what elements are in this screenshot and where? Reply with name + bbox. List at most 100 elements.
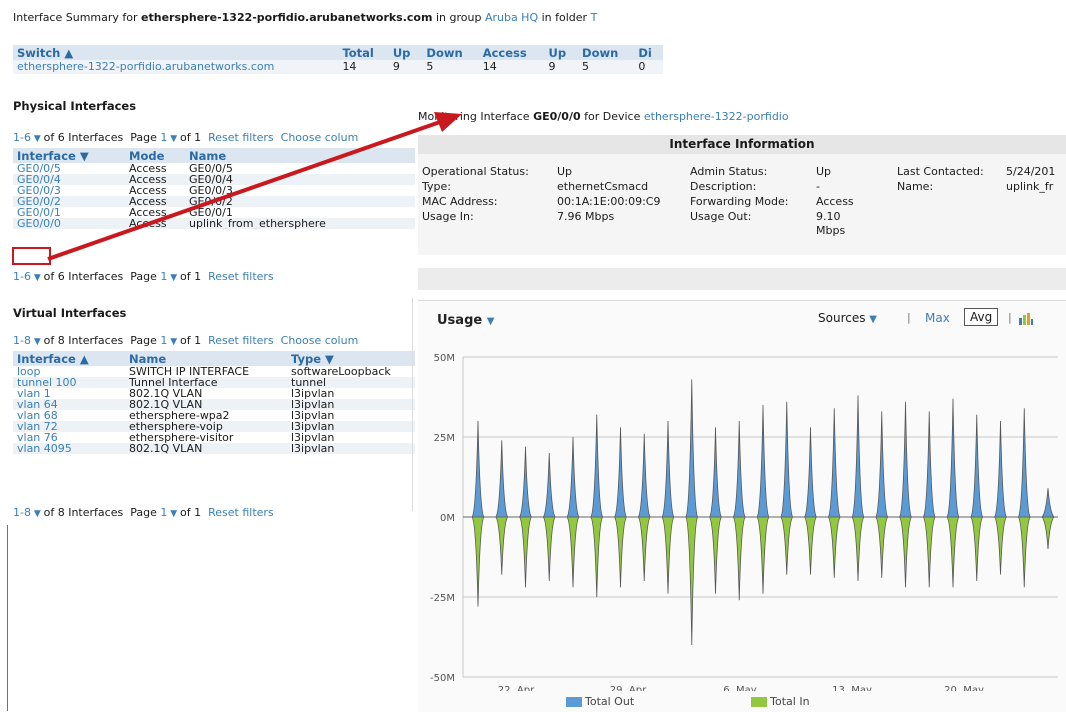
summary-line: Interface Summary for ethersphere-1322-p… xyxy=(13,11,597,24)
caret-down-icon[interactable]: ▼ xyxy=(31,509,44,519)
page-label: Page xyxy=(130,334,157,347)
reset-filters-link[interactable]: Reset filters xyxy=(208,334,274,347)
series-total-out-spike xyxy=(566,436,580,518)
table-cell: l3ipvlan xyxy=(287,421,415,432)
col-di[interactable]: Di xyxy=(634,45,663,60)
table-row[interactable]: GE0/0/0 Access uplink_from_ethersphere xyxy=(13,218,415,229)
info-label: Admin Status: xyxy=(690,165,768,178)
interface-link[interactable]: vlan 68 xyxy=(13,410,125,421)
table-row[interactable]: GE0/0/3 Access GE0/0/3 xyxy=(13,185,415,196)
legend-label: Total Out xyxy=(585,695,635,708)
col-switch[interactable]: Switch ▲ xyxy=(13,45,339,60)
device-link[interactable]: ethersphere-1322-porfidio xyxy=(644,110,789,123)
table-row[interactable]: vlan 1 802.1Q VLAN l3ipvlan xyxy=(13,388,415,399)
col-name[interactable]: Name xyxy=(125,351,287,366)
table-row[interactable]: vlan 72 ethersphere-voip l3ipvlan xyxy=(13,421,415,432)
caret-down-icon[interactable]: ▼ xyxy=(31,337,44,347)
col-access[interactable]: Access xyxy=(478,45,545,60)
interface-link[interactable]: vlan 64 xyxy=(13,399,125,410)
reset-filters-link[interactable]: Reset filters xyxy=(208,270,274,283)
series-total-out-spike xyxy=(969,414,984,518)
interface-link[interactable]: vlan 4095 xyxy=(13,443,125,454)
switch-link[interactable]: ethersphere-1322-porfidio.arubanetworks.… xyxy=(13,60,339,74)
reset-filters-link[interactable]: Reset filters xyxy=(208,506,274,519)
interface-link[interactable]: GE0/0/4 xyxy=(13,174,125,185)
reset-filters-link[interactable]: Reset filters xyxy=(208,131,274,144)
choose-columns-link[interactable]: Choose colum xyxy=(281,334,359,347)
table-row[interactable]: GE0/0/5 Access GE0/0/5 xyxy=(13,163,415,174)
col-interface[interactable]: Interface ▼ xyxy=(13,148,125,163)
series-total-in-spike xyxy=(756,516,770,594)
table-row[interactable]: GE0/0/4 Access GE0/0/4 xyxy=(13,174,415,185)
table-row[interactable]: vlan 64 802.1Q VLAN l3ipvlan xyxy=(13,399,415,410)
table-cell: Access xyxy=(125,174,185,185)
col-interface[interactable]: Interface ▲ xyxy=(13,351,125,366)
col-type[interactable]: Type ▼ xyxy=(287,351,415,366)
series-total-out-spike xyxy=(993,420,1008,518)
interface-link[interactable]: GE0/0/2 xyxy=(13,196,125,207)
bar-chart-icon[interactable] xyxy=(1019,313,1033,325)
table-row[interactable]: vlan 76 ethersphere-visitor l3ipvlan xyxy=(13,432,415,443)
series-total-in-spike xyxy=(589,516,604,598)
range-link[interactable]: 1-6 xyxy=(13,270,31,283)
table-row[interactable]: loop SWITCH IP INTERFACE softwareLoopback xyxy=(13,366,415,377)
col-access-down[interactable]: Down xyxy=(578,45,635,60)
page-of: of 1 xyxy=(180,334,202,347)
interface-link[interactable]: vlan 76 xyxy=(13,432,125,443)
caret-down-icon[interactable]: ▼ xyxy=(167,509,180,519)
x-tick-label: 22. Apr xyxy=(498,685,535,691)
usage-dropdown[interactable]: Usage ▼ xyxy=(437,313,494,328)
col-name[interactable]: Name xyxy=(185,148,415,163)
table-row[interactable]: vlan 68 ethersphere-wpa2 l3ipvlan xyxy=(13,410,415,421)
col-up[interactable]: Up xyxy=(388,45,423,60)
table-row[interactable]: vlan 4095 802.1Q VLAN l3ipvlan xyxy=(13,443,415,454)
virtual-header: Interface ▲ Name Type ▼ xyxy=(13,351,415,366)
choose-columns-link[interactable]: Choose colum xyxy=(281,131,359,144)
range-link[interactable]: 1-8 xyxy=(13,334,31,347)
sources-label: Sources xyxy=(818,311,866,325)
interface-link[interactable]: tunnel 100 xyxy=(13,377,125,388)
series-total-in-spike xyxy=(874,516,889,578)
group-link[interactable]: Aruba HQ xyxy=(485,11,538,24)
table-row[interactable]: GE0/0/2 Access GE0/0/2 xyxy=(13,196,415,207)
series-total-in-spike xyxy=(1041,516,1055,550)
sources-dropdown[interactable]: Sources ▼ xyxy=(818,311,877,325)
range-link[interactable]: 1-6 xyxy=(13,131,31,144)
col-down[interactable]: Down xyxy=(422,45,479,60)
table-row[interactable]: GE0/0/1 Access GE0/0/1 xyxy=(13,207,415,218)
caret-down-icon[interactable]: ▼ xyxy=(167,273,180,283)
interface-link[interactable]: vlan 1 xyxy=(13,388,125,399)
series-total-in-spike xyxy=(922,516,937,588)
max-button[interactable]: Max xyxy=(925,311,950,325)
col-access-up[interactable]: Up xyxy=(544,45,579,60)
caret-down-icon[interactable]: ▼ xyxy=(31,273,44,283)
folder-link[interactable]: T xyxy=(591,11,598,24)
legend-item-total-out[interactable]: Total Out xyxy=(566,695,634,708)
col-mode[interactable]: Mode xyxy=(125,148,185,163)
highlight-box xyxy=(12,247,51,265)
interface-link[interactable]: GE0/0/5 xyxy=(13,163,125,174)
caret-down-icon[interactable]: ▼ xyxy=(167,337,180,347)
caret-down-icon[interactable]: ▼ xyxy=(167,134,180,144)
table-row[interactable]: tunnel 100 Tunnel Interface tunnel xyxy=(13,377,415,388)
di-value: 0 xyxy=(634,60,663,74)
interface-link[interactable]: vlan 72 xyxy=(13,421,125,432)
series-total-in-spike xyxy=(542,516,557,582)
table-cell: 802.1Q VLAN xyxy=(129,388,203,399)
interface-link[interactable]: loop xyxy=(13,366,125,377)
series-total-out-spike xyxy=(827,408,842,518)
table-cell: GE0/0/5 xyxy=(189,163,233,174)
info-value: 5/24/201 xyxy=(1006,165,1056,178)
legend-item-total-in[interactable]: Total In xyxy=(751,695,810,708)
avg-button[interactable]: Avg xyxy=(964,308,999,326)
table-cell: 802.1Q VLAN xyxy=(125,399,287,410)
caret-down-icon[interactable]: ▼ xyxy=(31,134,44,144)
interface-link[interactable]: GE0/0/0 xyxy=(13,218,125,229)
col-total[interactable]: Total xyxy=(338,45,389,60)
info-value: Access xyxy=(816,195,854,208)
series-total-out-spike xyxy=(851,395,865,518)
interface-info-panel: Interface Information Operational Status… xyxy=(418,135,1066,255)
interface-link[interactable]: GE0/0/1 xyxy=(13,207,125,218)
range-link[interactable]: 1-8 xyxy=(13,506,31,519)
interface-link[interactable]: GE0/0/3 xyxy=(13,185,125,196)
